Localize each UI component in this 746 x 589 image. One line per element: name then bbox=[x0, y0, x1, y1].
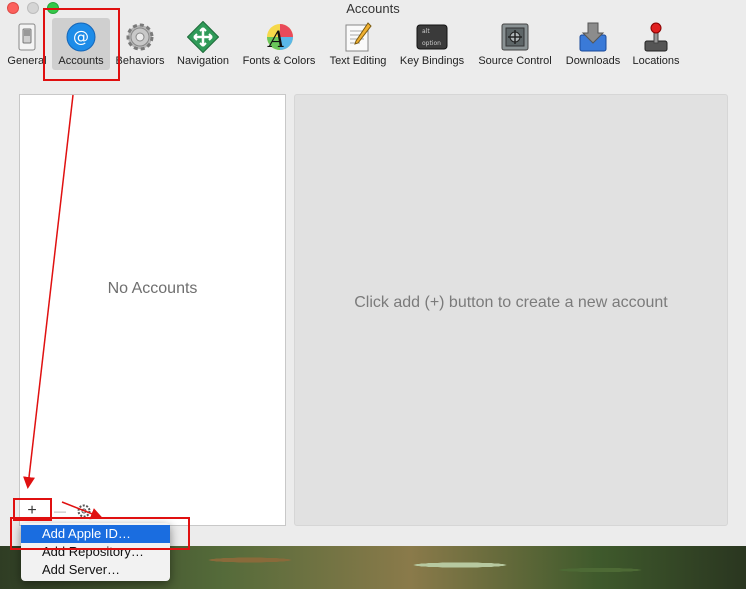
tab-navigation[interactable]: Navigation bbox=[172, 18, 234, 70]
tab-fonts-colors-label: Fonts & Colors bbox=[242, 55, 316, 67]
tab-fonts-colors[interactable]: A Fonts & Colors bbox=[238, 18, 320, 70]
account-detail-pane: Click add (+) button to create a new acc… bbox=[294, 94, 728, 526]
svg-text:alt: alt bbox=[422, 28, 430, 35]
create-account-hint: Click add (+) button to create a new acc… bbox=[354, 294, 668, 311]
switch-icon bbox=[18, 23, 36, 51]
preferences-window: Accounts General @ Accounts Behaviors Na… bbox=[0, 0, 746, 546]
tab-source-control[interactable]: Source Control bbox=[473, 18, 557, 70]
svg-text:option: option bbox=[422, 40, 441, 47]
tab-navigation-label: Navigation bbox=[177, 55, 229, 67]
annotation-box-add-apple-id bbox=[10, 517, 190, 550]
tab-downloads[interactable]: Downloads bbox=[561, 18, 625, 70]
menu-add-server[interactable]: Add Server… bbox=[21, 561, 170, 579]
joystick-icon bbox=[644, 22, 668, 52]
annotation-box-accounts bbox=[43, 8, 120, 81]
download-icon bbox=[579, 22, 607, 52]
tab-locations[interactable]: Locations bbox=[628, 18, 684, 70]
tab-behaviors[interactable]: Behaviors bbox=[112, 18, 168, 70]
tab-locations-label: Locations bbox=[632, 55, 680, 67]
window-title: Accounts bbox=[346, 1, 400, 16]
svg-text:A: A bbox=[267, 28, 285, 53]
vault-icon bbox=[501, 23, 529, 51]
minimize-button[interactable] bbox=[27, 2, 39, 14]
tab-text-editing-label: Text Editing bbox=[329, 55, 387, 67]
tab-key-bindings[interactable]: alt option Key Bindings bbox=[396, 18, 468, 70]
navigation-icon bbox=[187, 21, 219, 53]
tab-key-bindings-label: Key Bindings bbox=[399, 55, 465, 67]
tab-behaviors-label: Behaviors bbox=[115, 55, 165, 67]
keyboard-key-icon: alt option bbox=[416, 24, 448, 50]
font-color-icon: A bbox=[267, 24, 293, 53]
accounts-list[interactable]: No Accounts bbox=[19, 94, 286, 526]
text-editing-icon bbox=[345, 22, 372, 52]
gear-icon bbox=[126, 23, 154, 51]
tab-text-editing[interactable]: Text Editing bbox=[324, 18, 392, 70]
no-accounts-label: No Accounts bbox=[107, 280, 198, 297]
close-button[interactable] bbox=[7, 2, 19, 14]
tab-downloads-label: Downloads bbox=[565, 55, 621, 67]
tab-source-control-label: Source Control bbox=[478, 55, 552, 67]
